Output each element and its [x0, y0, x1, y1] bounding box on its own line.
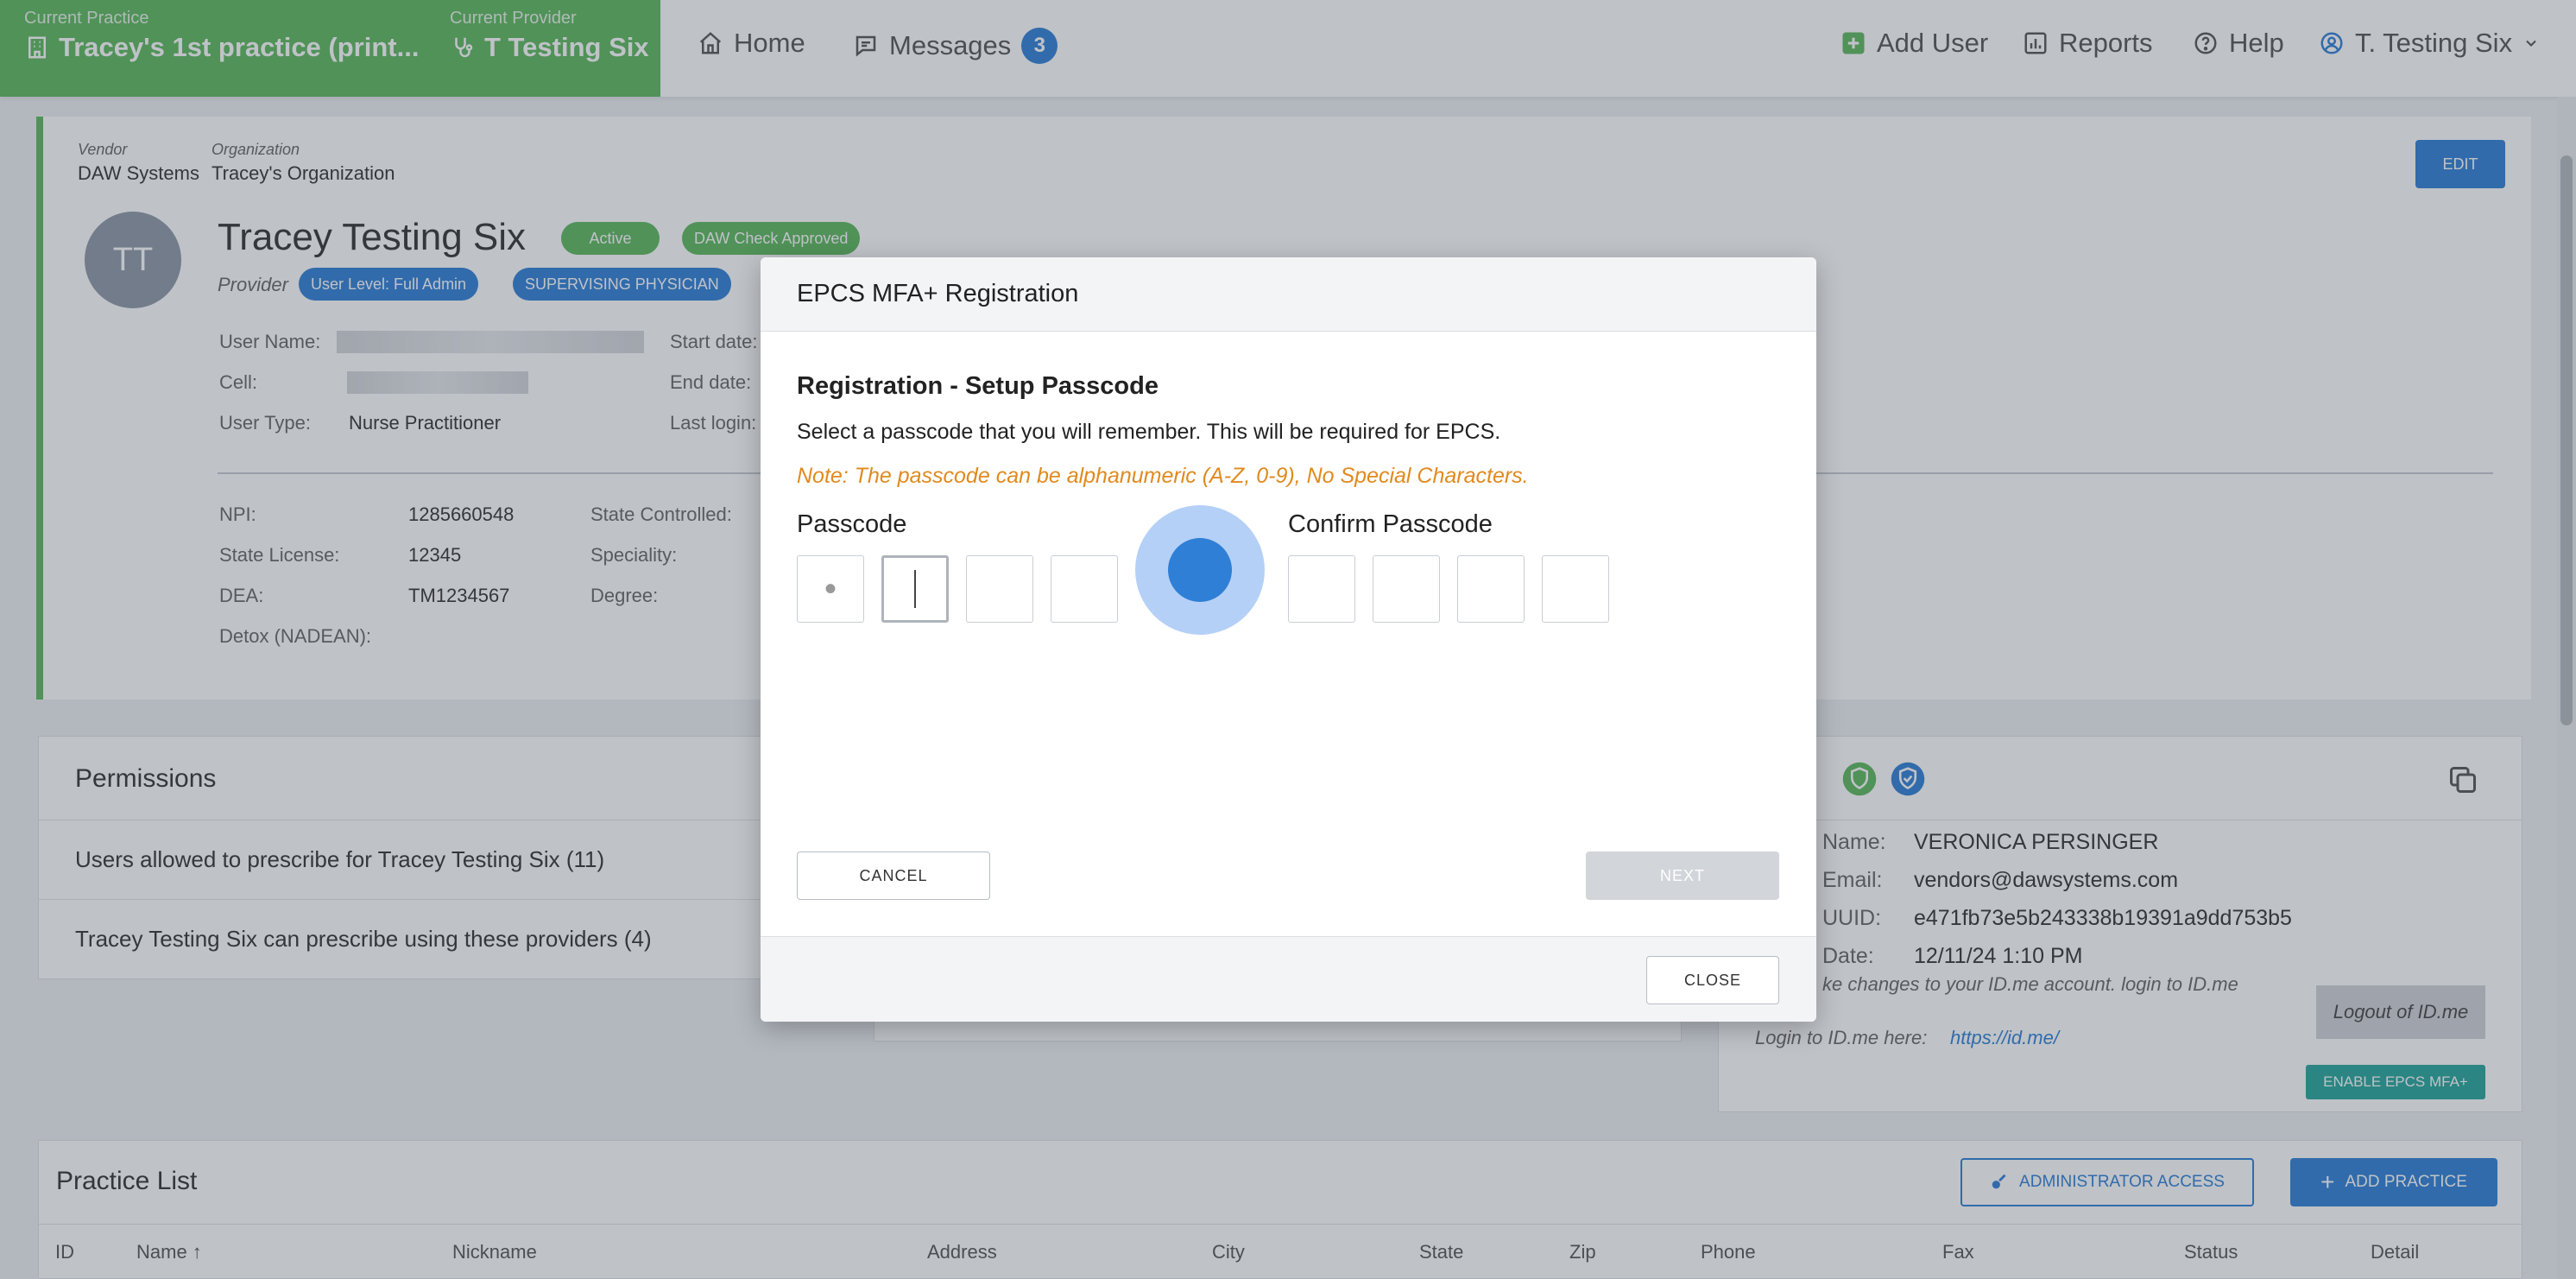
passcode-label: Passcode [797, 510, 907, 538]
modal-title: EPCS MFA+ Registration [797, 280, 1079, 307]
epcs-registration-modal: EPCS MFA+ Registration Registration - Se… [761, 257, 1816, 1022]
close-button[interactable]: CLOSE [1646, 956, 1779, 1004]
confirm-digit-2[interactable] [1373, 555, 1440, 623]
confirm-passcode-label: Confirm Passcode [1288, 510, 1493, 538]
text-caret [914, 570, 916, 608]
modal-header: EPCS MFA+ Registration [761, 257, 1816, 332]
confirm-digit-3[interactable] [1457, 555, 1525, 623]
passcode-digit-1[interactable]: • [797, 555, 864, 623]
next-button[interactable]: NEXT [1586, 852, 1779, 900]
passcode-digit-2[interactable] [881, 555, 949, 623]
confirm-digit-4[interactable] [1542, 555, 1609, 623]
cancel-button[interactable]: CANCEL [797, 852, 990, 900]
modal-footer: CLOSE [761, 936, 1816, 1022]
modal-note: Note: The passcode can be alphanumeric (… [797, 464, 1529, 488]
modal-heading: Registration - Setup Passcode [797, 372, 1159, 400]
confirm-digit-1[interactable] [1288, 555, 1355, 623]
touch-indicator-dot [1168, 538, 1232, 602]
modal-description: Select a passcode that you will remember… [797, 420, 1501, 444]
passcode-digit-4[interactable] [1051, 555, 1118, 623]
passcode-digit-3[interactable] [966, 555, 1033, 623]
